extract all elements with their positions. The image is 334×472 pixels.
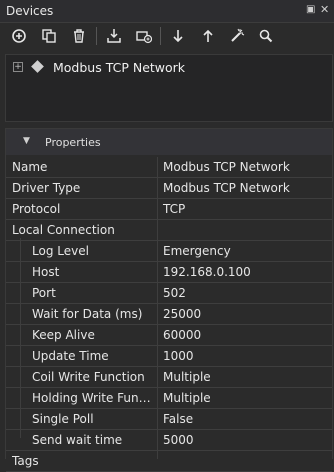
property-value[interactable]: 192.168.0.100 xyxy=(163,265,251,279)
property-value[interactable]: Emergency xyxy=(163,244,231,258)
property-row[interactable]: Holding Write Functi... Multiple xyxy=(6,388,332,409)
tree-item-modbus-tcp-network[interactable]: + Modbus TCP Network xyxy=(6,58,332,76)
property-row[interactable]: Coil Write Function Multiple xyxy=(6,367,332,388)
import-icon[interactable] xyxy=(103,26,125,46)
property-value[interactable]: 1000 xyxy=(163,349,194,363)
property-row[interactable]: Log Level Emergency xyxy=(6,241,332,262)
properties-panel: ▼ Properties Name Modbus TCP Network Dri… xyxy=(5,128,333,472)
property-name: Name xyxy=(12,160,48,174)
property-name: Log Level xyxy=(32,244,89,258)
add-device-icon[interactable] xyxy=(133,26,155,46)
property-group-row[interactable]: Tags xyxy=(6,451,332,472)
copy-icon[interactable] xyxy=(38,26,60,46)
property-group-name: Tags xyxy=(12,454,39,468)
expand-icon[interactable]: + xyxy=(13,62,23,72)
toolbar xyxy=(0,23,334,49)
tree-item-label: Modbus TCP Network xyxy=(53,60,186,75)
move-down-icon[interactable] xyxy=(167,26,189,46)
add-icon[interactable] xyxy=(8,26,30,46)
property-row[interactable]: Keep Alive 60000 xyxy=(6,325,332,346)
pin-icon[interactable]: ▣ xyxy=(306,4,315,15)
property-row[interactable]: Name Modbus TCP Network xyxy=(6,157,332,178)
property-value[interactable]: Multiple xyxy=(163,370,211,384)
property-value[interactable]: Modbus TCP Network xyxy=(163,181,290,195)
property-name: Coil Write Function xyxy=(32,370,145,384)
toolbar-separator xyxy=(160,27,161,45)
property-name: Port xyxy=(32,286,56,300)
property-row[interactable]: Port 502 xyxy=(6,283,332,304)
scan-icon[interactable] xyxy=(226,26,248,46)
property-name: Driver Type xyxy=(12,181,81,195)
property-name: Single Poll xyxy=(32,412,94,426)
property-value[interactable]: False xyxy=(163,412,193,426)
property-name: Update Time xyxy=(32,349,109,363)
property-value[interactable]: 5000 xyxy=(163,433,194,447)
panel-titlebar: Devices ▣ ✕ xyxy=(0,0,334,23)
property-name: Wait for Data (ms) xyxy=(32,307,143,321)
property-row[interactable]: Driver Type Modbus TCP Network xyxy=(6,178,332,199)
property-value[interactable]: Multiple xyxy=(163,391,211,405)
property-name: Holding Write Functi... xyxy=(32,391,154,405)
properties-title: Properties xyxy=(45,136,101,149)
property-row[interactable]: Update Time 1000 xyxy=(6,346,332,367)
collapse-chevron-icon[interactable]: ▼ xyxy=(23,136,30,146)
property-name: Host xyxy=(32,265,60,279)
move-up-icon[interactable] xyxy=(197,26,219,46)
properties-header[interactable]: ▼ Properties xyxy=(6,129,332,155)
network-node-icon xyxy=(31,60,44,73)
property-value[interactable]: 502 xyxy=(163,286,186,300)
property-row[interactable]: Wait for Data (ms) 25000 xyxy=(6,304,332,325)
panel-title: Devices xyxy=(6,4,54,18)
property-name: Protocol xyxy=(12,202,61,216)
property-value[interactable]: TCP xyxy=(163,202,185,216)
property-value[interactable]: Modbus TCP Network xyxy=(163,160,290,174)
delete-icon[interactable] xyxy=(68,26,90,46)
property-group-name: Local Connection xyxy=(12,223,115,237)
search-icon[interactable] xyxy=(255,26,277,46)
property-group-row[interactable]: Local Connection xyxy=(6,220,332,241)
property-row[interactable]: Single Poll False xyxy=(6,409,332,430)
close-icon[interactable]: ✕ xyxy=(320,3,329,16)
property-grid: Name Modbus TCP Network Driver Type Modb… xyxy=(6,157,332,472)
property-name: Keep Alive xyxy=(32,328,95,342)
property-value[interactable]: 25000 xyxy=(163,307,201,321)
property-row[interactable]: Host 192.168.0.100 xyxy=(6,262,332,283)
property-name: Send wait time xyxy=(32,433,123,447)
property-row[interactable]: Protocol TCP xyxy=(6,199,332,220)
device-tree: + Modbus TCP Network xyxy=(5,54,333,122)
property-row[interactable]: Send wait time 5000 xyxy=(6,430,332,451)
property-value[interactable]: 60000 xyxy=(163,328,201,342)
toolbar-separator xyxy=(96,27,97,45)
